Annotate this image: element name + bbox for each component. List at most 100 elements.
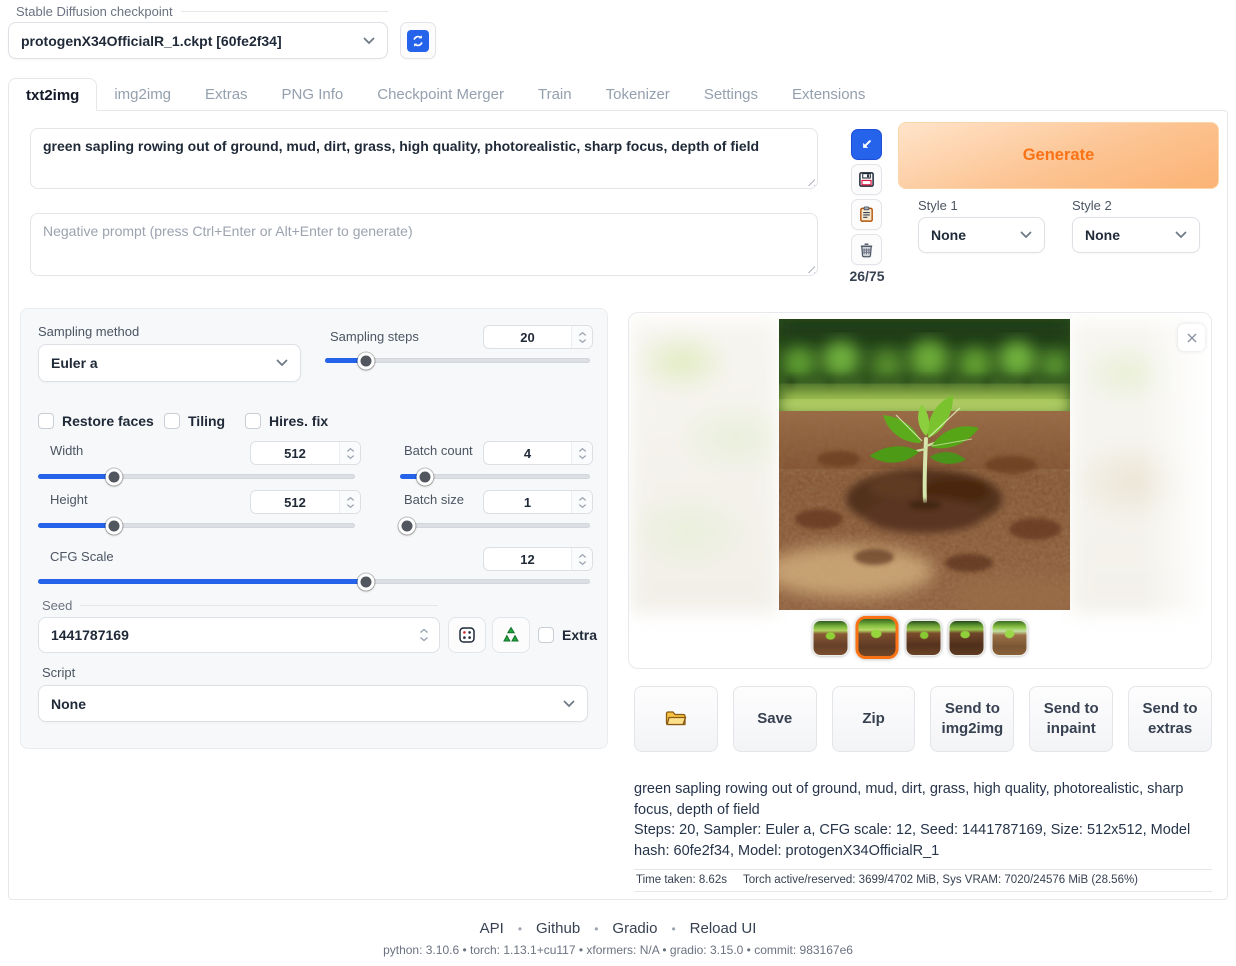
batch-count-spinner[interactable] — [571, 442, 592, 464]
open-folder-button[interactable] — [634, 686, 718, 752]
height-slider[interactable] — [38, 517, 355, 534]
thumbnail-3[interactable] — [906, 620, 942, 656]
checkpoint-label: Stable Diffusion checkpoint — [16, 4, 388, 19]
cfg-scale-input[interactable] — [484, 548, 571, 570]
tab-txt2img[interactable]: txt2img — [8, 78, 97, 111]
batch-size-slider[interactable] — [400, 517, 590, 534]
api-link[interactable]: API — [480, 920, 504, 937]
tab-extensions[interactable]: Extensions — [775, 78, 882, 111]
negative-prompt-input[interactable] — [30, 213, 818, 276]
gallery-fade — [1141, 313, 1211, 668]
send-to-img2img-button[interactable]: Send to img2img — [930, 686, 1014, 752]
batch-count-numbox — [483, 441, 593, 465]
slider-handle[interactable] — [106, 468, 123, 485]
width-slider[interactable] — [38, 468, 355, 485]
send-to-inpaint-button[interactable]: Send to inpaint — [1029, 686, 1113, 752]
slider-handle[interactable] — [416, 468, 433, 485]
refresh-checkpoint-button[interactable] — [400, 22, 436, 59]
reload-ui-link[interactable]: Reload UI — [690, 920, 757, 937]
clear-prompt-button[interactable] — [851, 234, 882, 265]
sampling-method-label: Sampling method — [38, 324, 139, 339]
batch-size-input[interactable] — [484, 491, 571, 513]
thumbnail-5[interactable] — [992, 620, 1028, 656]
separator-dot: • — [518, 922, 522, 936]
save-button[interactable]: Save — [733, 686, 817, 752]
sampling-steps-numbox — [483, 325, 593, 349]
github-link[interactable]: Github — [536, 920, 580, 937]
chevron-down-icon — [276, 359, 288, 367]
tab-checkpoint-merger[interactable]: Checkpoint Merger — [360, 78, 521, 111]
slider-handle[interactable] — [358, 573, 375, 590]
width-input[interactable] — [251, 442, 339, 464]
style1-dropdown[interactable]: None — [918, 217, 1045, 253]
close-gallery-button[interactable] — [1178, 324, 1205, 351]
slider-handle[interactable] — [398, 517, 415, 534]
batch-count-slider[interactable] — [400, 468, 590, 485]
sampling-steps-spinner[interactable] — [571, 326, 592, 348]
hires-fix-checkbox[interactable] — [245, 413, 261, 429]
sampling-steps-input[interactable] — [484, 326, 571, 348]
cfg-scale-numbox — [483, 547, 593, 571]
info-params: Steps: 20, Sampler: Euler a, CFG scale: … — [634, 820, 1212, 861]
style1-label: Style 1 — [918, 198, 958, 213]
tiling-checkbox[interactable] — [164, 413, 180, 429]
tab-png-info[interactable]: PNG Info — [265, 78, 361, 111]
batch-count-input[interactable] — [484, 442, 571, 464]
extra-seed-checkbox[interactable] — [538, 627, 554, 643]
tiling-label: Tiling — [188, 413, 225, 429]
checkpoint-value: protogenX34OfficialR_1.ckpt [60fe2f34] — [21, 33, 282, 49]
apply-style-button[interactable] — [851, 199, 882, 230]
cfg-scale-slider[interactable] — [38, 573, 590, 590]
random-seed-button[interactable] — [448, 617, 486, 653]
tab-settings[interactable]: Settings — [687, 78, 775, 111]
generated-image[interactable] — [779, 319, 1070, 610]
checkpoint-dropdown[interactable]: protogenX34OfficialR_1.ckpt [60fe2f34] — [8, 22, 388, 59]
prompt-input[interactable]: green sapling rowing out of ground, mud,… — [30, 128, 818, 189]
output-actions: Save Zip Send to img2img Send to inpaint… — [634, 686, 1212, 752]
batch-size-spinner[interactable] — [571, 491, 592, 513]
label-line — [80, 605, 438, 606]
tab-tokenizer[interactable]: Tokenizer — [589, 78, 687, 111]
slider-handle[interactable] — [106, 517, 123, 534]
seed-label: Seed — [42, 598, 438, 613]
sampling-method-dropdown[interactable]: Euler a — [38, 344, 301, 382]
gradio-link[interactable]: Gradio — [612, 920, 657, 937]
negative-prompt-container — [30, 213, 818, 276]
zip-button[interactable]: Zip — [832, 686, 916, 752]
height-spinner[interactable] — [339, 491, 360, 513]
width-spinner[interactable] — [339, 442, 360, 464]
restore-faces-checkbox[interactable] — [38, 413, 54, 429]
stable-diffusion-webui: Stable Diffusion checkpoint protogenX34O… — [0, 0, 1236, 966]
cfg-scale-spinner[interactable] — [571, 548, 592, 570]
chevron-down-icon — [563, 700, 575, 708]
folder-icon — [664, 709, 688, 729]
height-label: Height — [50, 492, 88, 507]
thumbnail-4[interactable] — [949, 620, 985, 656]
slider-handle[interactable] — [358, 352, 375, 369]
time-taken: Time taken: 8.62s — [636, 874, 727, 886]
save-style-button[interactable] — [851, 164, 882, 195]
thumbnail-2-selected[interactable] — [856, 616, 899, 659]
sampling-steps-slider[interactable] — [325, 352, 590, 369]
gallery-thumbnails — [813, 616, 1028, 659]
script-dropdown[interactable]: None — [38, 685, 588, 722]
output-gallery — [628, 312, 1212, 669]
send-to-extras-button[interactable]: Send to extras — [1128, 686, 1212, 752]
batch-size-numbox — [483, 490, 593, 514]
seed-input[interactable] — [51, 627, 419, 643]
script-label: Script — [42, 665, 75, 680]
seed-spinner[interactable] — [419, 628, 429, 642]
style2-dropdown[interactable]: None — [1072, 217, 1200, 253]
main-tab-bar: txt2img img2img Extras PNG Info Checkpoi… — [8, 78, 882, 111]
reuse-seed-button[interactable] — [492, 617, 530, 653]
generate-button[interactable]: Generate — [898, 122, 1219, 189]
floppy-disk-icon — [858, 171, 875, 188]
tab-extras[interactable]: Extras — [188, 78, 265, 111]
tab-train[interactable]: Train — [521, 78, 589, 111]
paste-generation-params-button[interactable] — [851, 129, 882, 160]
cfg-scale-label: CFG Scale — [50, 549, 114, 564]
thumbnail-1[interactable] — [813, 620, 849, 656]
tab-img2img[interactable]: img2img — [97, 78, 188, 111]
height-input[interactable] — [251, 491, 339, 513]
clipboard-icon — [858, 206, 875, 223]
